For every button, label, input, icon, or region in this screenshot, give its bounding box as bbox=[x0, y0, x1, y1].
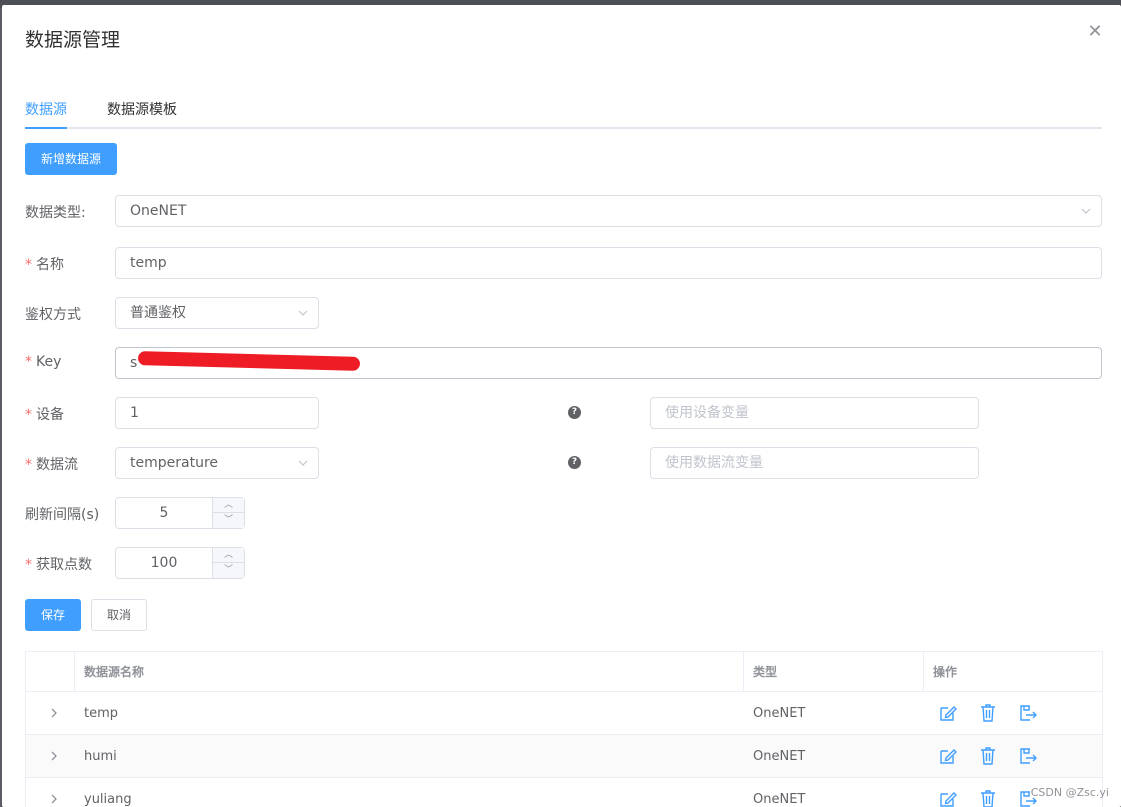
points-label: * 获取点数 bbox=[25, 557, 92, 573]
delete-icon[interactable] bbox=[978, 746, 998, 766]
row-type: OneNET bbox=[753, 791, 806, 807]
table-row: temp OneNET bbox=[26, 692, 1102, 735]
row-name: temp bbox=[84, 705, 119, 721]
row-name: yuliang bbox=[84, 791, 132, 807]
edit-icon[interactable] bbox=[938, 789, 958, 807]
device-input[interactable]: 1 bbox=[115, 397, 319, 429]
stepper-controls: ︿ ﹀ bbox=[212, 498, 244, 528]
stepper-controls: ︿ ﹀ bbox=[212, 548, 244, 578]
table-header: 数据源名称 类型 操作 bbox=[26, 652, 1102, 692]
datasource-dialog: 数据源管理 ✕ 数据源 数据源模板 新增数据源 数据类型: OneNET * 名称… bbox=[2, 5, 1121, 807]
active-tab-indicator bbox=[25, 127, 67, 129]
points-stepper[interactable]: 100 ︿ ﹀ bbox=[115, 547, 245, 579]
chevron-right-icon[interactable] bbox=[48, 749, 60, 763]
required-mark: * bbox=[25, 557, 32, 573]
close-icon[interactable]: ✕ bbox=[1085, 22, 1105, 42]
key-label: * Key bbox=[25, 354, 62, 370]
row-type: OneNET bbox=[753, 748, 806, 764]
column-header-type: 类型 bbox=[753, 665, 778, 679]
type-select-value: OneNET bbox=[130, 203, 187, 219]
auth-label: 鉴权方式 bbox=[25, 307, 81, 323]
stream-select-value: temperature bbox=[130, 455, 218, 471]
decrease-icon[interactable]: ﹀ bbox=[213, 513, 244, 528]
required-mark: * bbox=[25, 457, 32, 473]
delete-icon[interactable] bbox=[978, 789, 998, 807]
edit-icon[interactable] bbox=[938, 703, 958, 723]
row-type: OneNET bbox=[753, 705, 806, 721]
interval-label: 刷新间隔(s) bbox=[25, 507, 100, 523]
increase-icon[interactable]: ︿ bbox=[213, 548, 244, 563]
type-label: 数据类型: bbox=[25, 205, 86, 221]
cancel-button[interactable]: 取消 bbox=[91, 599, 147, 631]
save-button[interactable]: 保存 bbox=[25, 599, 81, 631]
stream-variable-input[interactable]: 使用数据流变量 bbox=[650, 447, 979, 479]
chevron-down-icon bbox=[1081, 208, 1091, 214]
decrease-icon[interactable]: ﹀ bbox=[213, 563, 244, 578]
required-mark: * bbox=[25, 354, 32, 370]
type-select[interactable]: OneNET bbox=[115, 195, 1102, 227]
tab-datasource[interactable]: 数据源 bbox=[25, 99, 67, 119]
export-icon[interactable] bbox=[1018, 703, 1038, 723]
table-row: yuliang OneNET bbox=[26, 778, 1102, 807]
datasource-table: 数据源名称 类型 操作 temp OneNET humi OneNET yuli… bbox=[25, 651, 1103, 807]
delete-icon[interactable] bbox=[978, 703, 998, 723]
column-header-actions: 操作 bbox=[933, 665, 958, 679]
table-row: humi OneNET bbox=[26, 735, 1102, 778]
required-mark: * bbox=[25, 407, 32, 423]
name-label: * 名称 bbox=[25, 257, 64, 273]
chevron-right-icon[interactable] bbox=[48, 792, 60, 806]
device-label: * 设备 bbox=[25, 407, 64, 423]
add-datasource-button[interactable]: 新增数据源 bbox=[25, 143, 117, 175]
auth-select[interactable]: 普通鉴权 bbox=[115, 297, 319, 329]
chevron-down-icon bbox=[298, 460, 308, 466]
interval-stepper[interactable]: 5 ︿ ﹀ bbox=[115, 497, 245, 529]
stream-label: * 数据流 bbox=[25, 457, 78, 473]
tab-bar: 数据源 数据源模板 bbox=[25, 93, 1102, 129]
dialog-title: 数据源管理 bbox=[25, 29, 121, 51]
name-input[interactable]: temp bbox=[115, 247, 1102, 279]
tab-datasource-template[interactable]: 数据源模板 bbox=[107, 99, 177, 119]
column-header-name: 数据源名称 bbox=[84, 665, 145, 679]
points-value[interactable]: 100 bbox=[116, 548, 212, 578]
increase-icon[interactable]: ︿ bbox=[213, 498, 244, 513]
export-icon[interactable] bbox=[1018, 746, 1038, 766]
help-icon[interactable]: ? bbox=[568, 456, 581, 469]
row-name: humi bbox=[84, 748, 117, 764]
help-icon[interactable]: ? bbox=[568, 406, 581, 419]
edit-icon[interactable] bbox=[938, 746, 958, 766]
chevron-down-icon bbox=[298, 310, 308, 316]
chevron-right-icon[interactable] bbox=[48, 706, 60, 720]
required-mark: * bbox=[25, 257, 32, 273]
stream-select[interactable]: temperature bbox=[115, 447, 319, 479]
device-variable-input[interactable]: 使用设备变量 bbox=[650, 397, 979, 429]
auth-select-value: 普通鉴权 bbox=[130, 305, 186, 321]
watermark: CSDN @Zsc.yi bbox=[1030, 786, 1109, 799]
interval-value[interactable]: 5 bbox=[116, 498, 212, 528]
